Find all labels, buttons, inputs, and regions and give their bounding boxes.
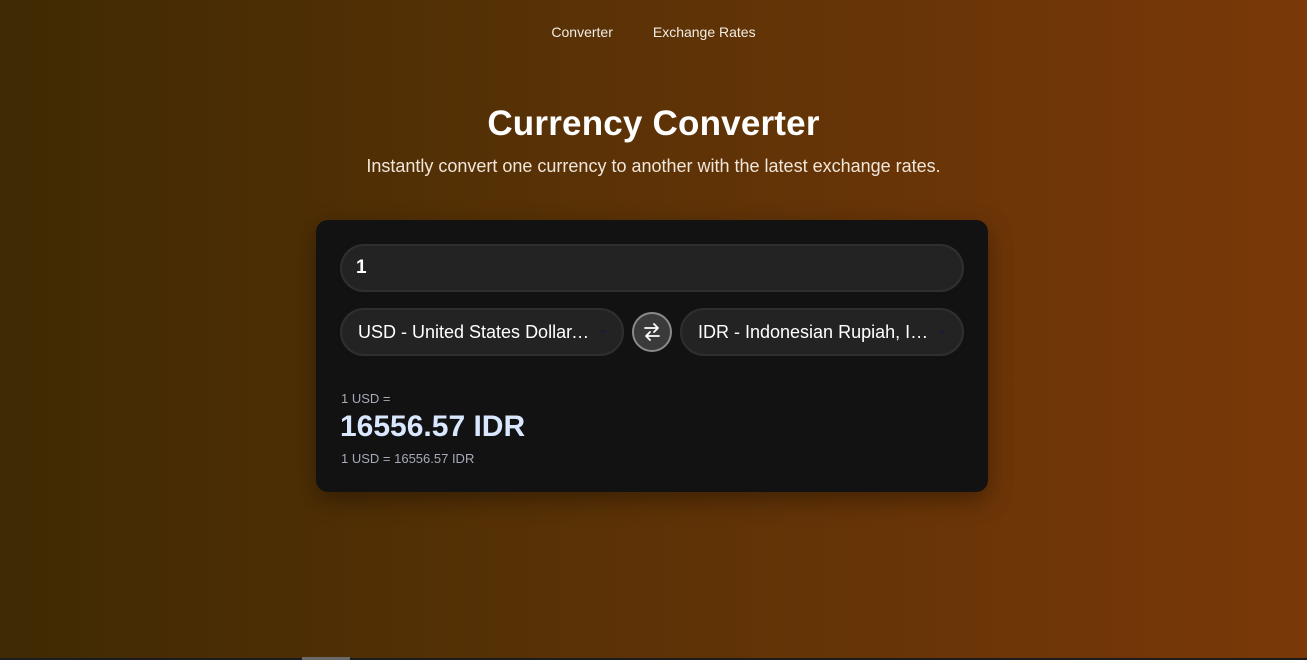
nav-link-converter[interactable]: Converter <box>551 24 612 40</box>
page-subtitle: Instantly convert one currency to anothe… <box>366 156 941 176</box>
swap-arrows-icon <box>644 323 660 341</box>
result-prefix: 1 USD = <box>341 391 391 406</box>
to-currency-value: IDR - Indonesian Rupiah, In... <box>698 321 932 342</box>
page-title: Currency Converter <box>487 104 820 143</box>
amount-input[interactable] <box>340 244 964 292</box>
from-currency-value: USD - United States Dollar, ... <box>358 321 592 342</box>
swap-currencies-button[interactable] <box>632 312 672 352</box>
exchange-rate-text: 1 USD = 16556.57 IDR <box>341 451 475 466</box>
chevron-down-icon <box>940 330 946 334</box>
nav-link-exchange-rates[interactable]: Exchange Rates <box>653 24 756 40</box>
chevron-down-icon <box>600 330 606 334</box>
top-nav: Converter Exchange Rates <box>0 0 1307 64</box>
result-value: 16556.57 IDR <box>340 410 526 443</box>
converter-card: USD - United States Dollar, ... IDR - In… <box>316 220 988 492</box>
to-currency-select[interactable]: IDR - Indonesian Rupiah, In... <box>680 308 964 356</box>
from-currency-select[interactable]: USD - United States Dollar, ... <box>340 308 624 356</box>
